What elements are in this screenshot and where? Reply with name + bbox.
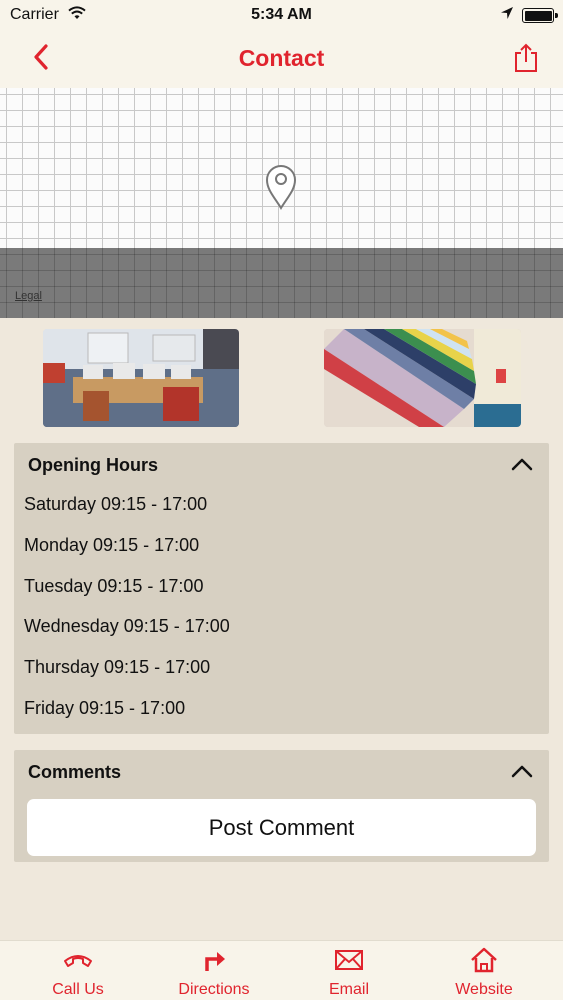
map-legal-link[interactable]: Legal (15, 290, 42, 302)
opening-hours-title: Opening Hours (28, 455, 158, 475)
tab-website[interactable]: Website (429, 941, 539, 1000)
fabric-rolls-photo[interactable] (324, 329, 521, 427)
map-pin-icon[interactable] (265, 164, 297, 210)
hours-row: Saturday 09:15 - 17:00 (24, 494, 208, 514)
home-icon (471, 947, 497, 973)
clock: 5:34 AM (251, 6, 312, 23)
hours-row: Monday 09:15 - 17:00 (24, 534, 200, 555)
tab-label: Call Us (52, 981, 104, 998)
tab-call-us[interactable]: Call Us (23, 941, 133, 1000)
comments-title: Comments (28, 762, 122, 782)
tab-bar: Call Us Directions Email Website (0, 940, 563, 1000)
map-road-area (0, 248, 563, 318)
map-view[interactable]: Legal (0, 88, 563, 318)
chevron-up-icon[interactable] (511, 764, 533, 778)
hours-row: Wednesday 09:15 - 17:00 (24, 616, 230, 637)
email-icon (335, 950, 363, 970)
hours-list: Saturday 09:15 - 17:00 Monday 09:15 - 17… (24, 493, 230, 738)
phone-icon (64, 955, 92, 967)
location-arrow-icon (501, 7, 513, 19)
hours-row: Tuesday 09:15 - 17:00 (24, 575, 204, 596)
tab-directions[interactable]: Directions (159, 941, 269, 1000)
tab-email[interactable]: Email (294, 941, 404, 1000)
nav-bar: Contact (0, 30, 563, 88)
status-bar: Carrier 5:34 AM (0, 0, 563, 30)
chevron-up-icon[interactable] (511, 457, 533, 471)
shop-interior-photo[interactable] (43, 329, 239, 427)
tab-label: Directions (178, 981, 250, 998)
tab-label: Email (328, 981, 369, 998)
share-icon[interactable] (512, 42, 540, 74)
post-comment-button[interactable]: Post Comment (27, 799, 536, 856)
opening-hours-card: Opening Hours Saturday 09:15 - 17:00 Mon… (14, 443, 549, 734)
battery-icon (522, 8, 558, 23)
directions-icon (205, 952, 225, 971)
tab-label: Website (455, 981, 513, 998)
page-title: Contact (238, 45, 325, 71)
hours-row: Friday 09:15 - 17:00 (24, 697, 186, 718)
hours-row: Thursday 09:15 - 17:00 (24, 657, 211, 678)
